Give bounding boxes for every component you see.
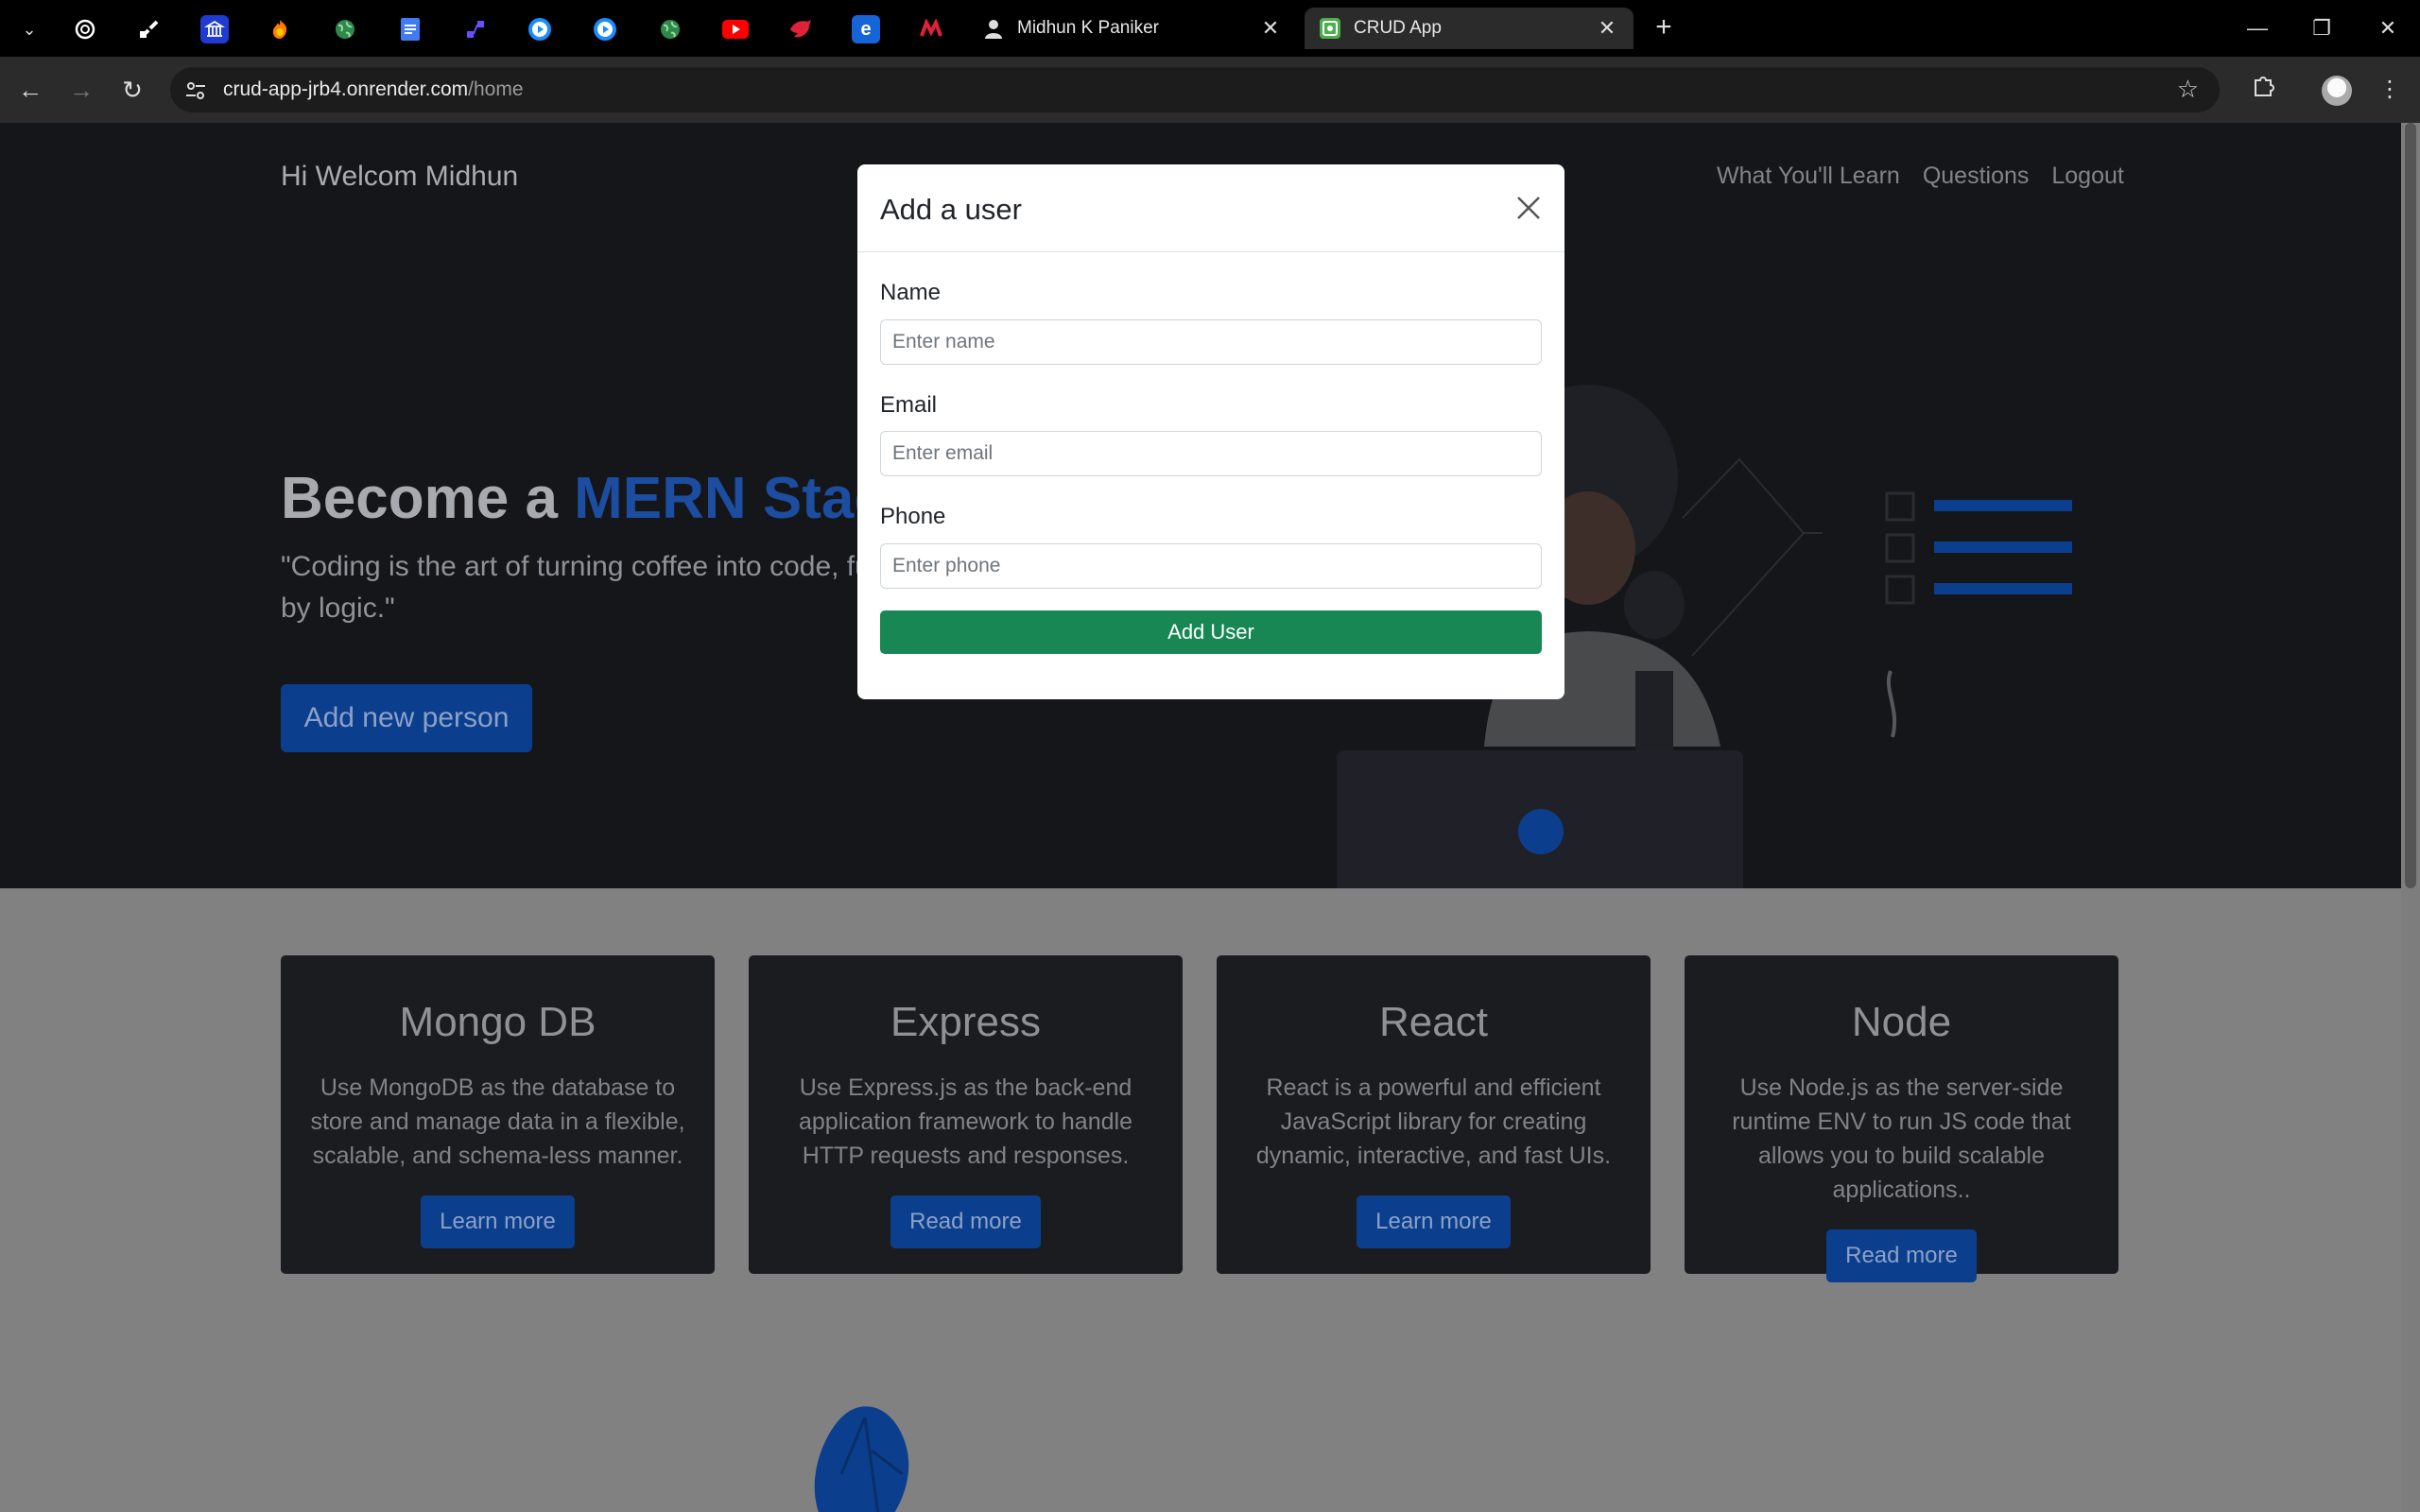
card-text: Use Node.js as the server-side runtime E…: [1732, 1074, 2071, 1203]
navbar-links: What You'll Learn Questions Logout: [1717, 163, 2124, 190]
globe-icon[interactable]: [331, 15, 359, 43]
page-scrollbar[interactable]: [2401, 123, 2420, 1512]
globe-icon-2[interactable]: [656, 15, 684, 43]
restore-icon[interactable]: ❐: [2305, 13, 2339, 43]
nav-link-what-youll-learn[interactable]: What You'll Learn: [1717, 163, 1900, 190]
url-host: crud-app-jrb4.onrender.com: [223, 78, 469, 100]
bookmark-star-icon[interactable]: ☆: [2177, 75, 2199, 104]
extensions-icon[interactable]: [2246, 73, 2280, 107]
youtube-icon[interactable]: [721, 15, 750, 43]
add-user-button[interactable]: Add User: [880, 610, 1542, 654]
card-learn-more-button[interactable]: Learn more: [1357, 1195, 1511, 1248]
browser-toolbar: ← → ↻ crud-app-jrb4.onrender.com/home ☆ …: [0, 57, 2420, 123]
tab-crud-app[interactable]: CRUD App ✕: [1305, 8, 1634, 49]
reload-icon[interactable]: ↻: [115, 73, 149, 107]
openai-icon[interactable]: [71, 15, 99, 43]
card-text: React is a powerful and efficient JavaSc…: [1255, 1074, 1612, 1169]
browser-tab-bar: ⌄ e Midhun K Paniker ✕ CRUD App ✕ + — ❐ …: [0, 0, 2420, 57]
scrollbar-thumb[interactable]: [2405, 123, 2416, 888]
crud-favicon-icon: [1320, 18, 1340, 39]
card-text: Use Express.js as the back-end applicati…: [799, 1074, 1132, 1169]
tab-search-chevron-icon[interactable]: ⌄: [17, 17, 42, 42]
tab-midhun[interactable]: Midhun K Paniker ✕: [968, 8, 1297, 49]
minimize-icon[interactable]: —: [2240, 13, 2274, 43]
card-title: Mongo DB: [399, 999, 596, 1045]
add-user-modal: Add a user Name Email Phone Add User: [857, 164, 1564, 699]
url-text[interactable]: crud-app-jrb4.onrender.com/home: [223, 78, 524, 101]
card-learn-more-button[interactable]: Learn more: [421, 1195, 575, 1248]
card-text: Use MongoDB as the database to store and…: [310, 1074, 685, 1169]
nav-link-questions[interactable]: Questions: [1923, 163, 2030, 190]
edge-icon[interactable]: e: [852, 15, 880, 43]
name-label: Name: [880, 280, 942, 305]
docs-icon[interactable]: [396, 15, 424, 43]
bitbucket-icon[interactable]: [135, 15, 164, 43]
card-read-more-button[interactable]: Read more: [1826, 1229, 1977, 1282]
card-express: Express Use Express.js as the back-end a…: [749, 955, 1183, 1274]
firefox-icon[interactable]: [266, 15, 294, 43]
card-node: Node Use Node.js as the server-side runt…: [1685, 955, 2118, 1282]
navbar-brand[interactable]: Hi Welcom Midhun: [281, 161, 518, 193]
headline-prefix: Become a: [281, 466, 575, 531]
menu-dots-icon[interactable]: ⋮: [2373, 73, 2407, 107]
address-bar[interactable]: crud-app-jrb4.onrender.com/home ☆: [170, 67, 2220, 112]
card-title: Node: [1851, 999, 1952, 1045]
close-icon[interactable]: [1513, 193, 1544, 223]
phone-input[interactable]: [880, 543, 1542, 589]
name-input[interactable]: [880, 319, 1542, 365]
forward-icon[interactable]: →: [64, 73, 98, 107]
modal-title: Add a user: [880, 193, 1022, 226]
card-react: React React is a powerful and efficient …: [1217, 955, 1651, 1274]
tab-title: CRUD App: [1354, 18, 1442, 38]
tab-title: Midhun K Paniker: [1017, 18, 1159, 38]
record-icon[interactable]: [526, 15, 554, 43]
add-new-person-button[interactable]: Add new person: [281, 684, 532, 752]
app-icon[interactable]: [917, 15, 945, 43]
card-title: Express: [890, 999, 1041, 1045]
email-input[interactable]: [880, 431, 1542, 476]
profile-favicon-icon: [983, 18, 1004, 39]
nav-link-logout[interactable]: Logout: [2051, 163, 2123, 190]
site-info-icon[interactable]: [183, 78, 208, 103]
back-icon[interactable]: ←: [13, 73, 47, 107]
close-tab-icon[interactable]: ✕: [1596, 16, 1618, 41]
close-tab-icon[interactable]: ✕: [1259, 16, 1282, 41]
record-icon-2[interactable]: [591, 15, 619, 43]
bird-icon[interactable]: [786, 15, 815, 43]
hero-headline: Become a MERN Stack: [281, 465, 919, 532]
url-path: /home: [468, 78, 524, 100]
close-window-icon[interactable]: ✕: [2371, 13, 2405, 43]
workflow-icon[interactable]: [461, 15, 490, 43]
profile-avatar[interactable]: [2322, 76, 2352, 106]
new-tab-button[interactable]: +: [1649, 13, 1679, 43]
card-read-more-button[interactable]: Read more: [890, 1195, 1041, 1248]
email-label: Email: [880, 392, 938, 418]
phone-label: Phone: [880, 504, 946, 529]
plant-illustration: [814, 1406, 909, 1512]
card-title: React: [1379, 999, 1488, 1045]
modal-header: Add a user: [857, 164, 1564, 252]
card-mongodb: Mongo DB Use MongoDB as the database to …: [281, 955, 715, 1274]
bank-icon[interactable]: [200, 15, 229, 43]
